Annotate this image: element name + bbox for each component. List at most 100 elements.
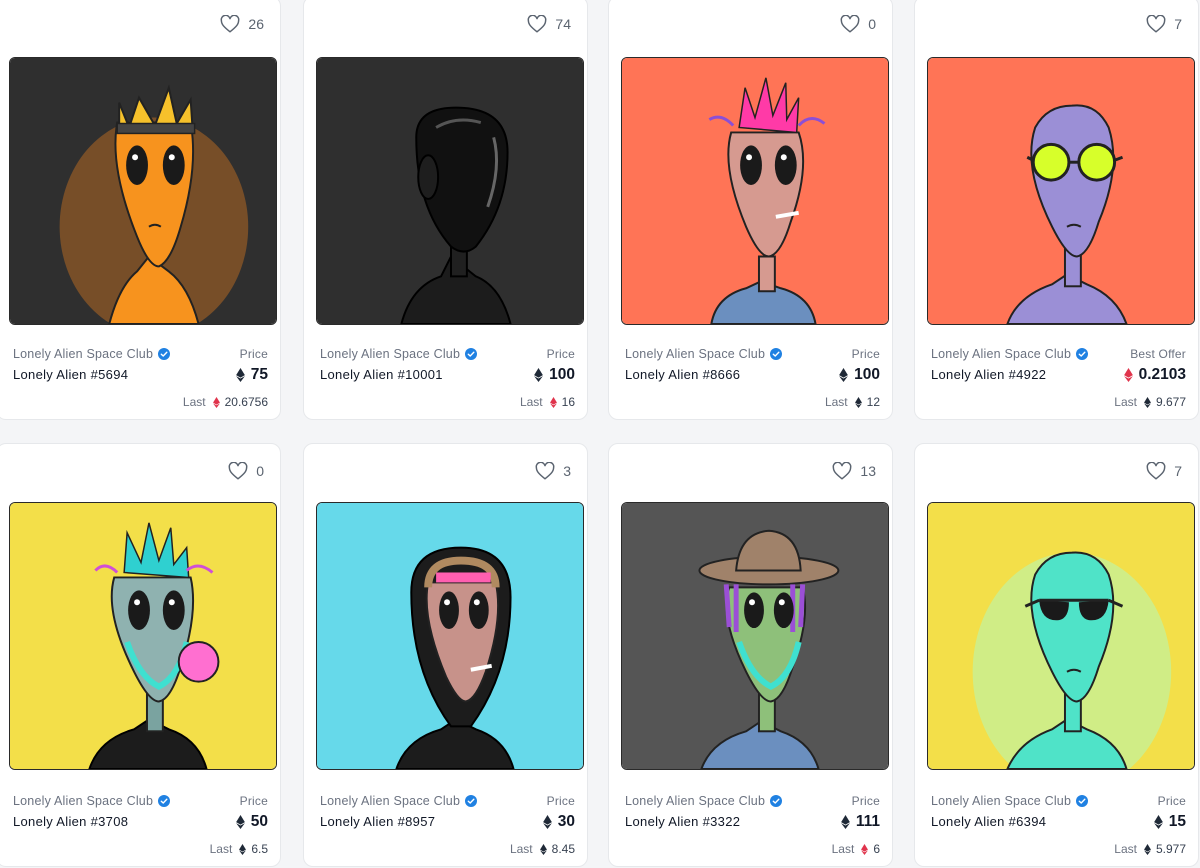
item-name[interactable]: Lonely Alien #8957 (320, 814, 477, 829)
favorite-button[interactable]: 26 (220, 15, 264, 33)
price-label: Best Offer (1130, 347, 1186, 361)
last-sale: Last 16 (520, 395, 575, 409)
last-label: Last (1114, 842, 1137, 856)
nft-image[interactable] (927, 502, 1195, 770)
collection-link[interactable]: Lonely Alien Space Club (625, 347, 782, 361)
nft-image[interactable] (927, 57, 1195, 325)
nft-image[interactable] (621, 502, 889, 770)
price-amount: 50 (250, 813, 268, 830)
price-label: Price (546, 794, 575, 808)
nft-card[interactable]: 7 Lonely Alien Space Club Lonely Alien #… (914, 0, 1199, 420)
last-label: Last (182, 395, 206, 409)
last-sale: Last 12 (825, 395, 880, 409)
nft-grid: 26 Lonely Alien Space Club Lonely Alien (0, 0, 1200, 868)
collection-name: Lonely Alien Space Club (625, 794, 766, 808)
last-label: Last (209, 842, 233, 856)
favorite-button[interactable]: 3 (535, 462, 571, 480)
last-label: Last (1114, 395, 1137, 409)
heart-icon (220, 15, 240, 33)
verified-badge-icon (1076, 795, 1088, 807)
nft-card[interactable]: 26 Lonely Alien Space Club Lonely Alien (0, 0, 281, 420)
nft-card[interactable]: 0 Lonely Alien Space Club Lonely Alien #… (0, 443, 281, 867)
eth-icon (236, 368, 245, 382)
eth-icon (855, 397, 862, 408)
favorite-count: 13 (860, 463, 876, 479)
favorite-button[interactable]: 13 (832, 462, 876, 480)
collection-link[interactable]: Lonely Alien Space Club (320, 794, 477, 808)
item-name[interactable]: Lonely Alien #6394 (931, 814, 1088, 829)
last-amount: 8.45 (551, 842, 575, 856)
collection-link[interactable]: Lonely Alien Space Club (13, 794, 170, 808)
favorite-count: 26 (248, 16, 264, 32)
last-amount: 9.677 (1155, 395, 1186, 409)
price-amount: 30 (557, 813, 575, 830)
collection-name: Lonely Alien Space Club (13, 794, 154, 808)
eth-icon (1144, 844, 1151, 855)
nft-card[interactable]: 0 Lonely Alien Space Club Lonely Alien #… (608, 0, 893, 420)
item-name[interactable]: Lonely Alien #10001 (320, 367, 477, 382)
price-value: 50 (236, 813, 268, 831)
price-label: Price (851, 794, 880, 808)
collection-link[interactable]: Lonely Alien Space Club (931, 794, 1088, 808)
collection-link[interactable]: Lonely Alien Space Club (13, 347, 170, 361)
nft-card[interactable]: 13 Lonely Alien Space Club Lonely Alien … (608, 443, 893, 867)
eth-icon (1144, 397, 1151, 408)
heart-icon (527, 15, 547, 33)
alien-artwork (928, 58, 1194, 324)
nft-card[interactable]: 3 Lonely Alien Space Club Lonely Alien #… (303, 443, 588, 867)
nft-card[interactable]: 74 Lonely Alien Space Club Lonely Alien … (303, 0, 588, 420)
collection-name: Lonely Alien Space Club (320, 347, 461, 361)
eth-icon (543, 815, 552, 829)
last-sale: Last 5.977 (1114, 842, 1186, 856)
verified-badge-icon (158, 795, 170, 807)
price-value: 15 (1154, 813, 1186, 831)
price-value: 100 (534, 366, 575, 384)
heart-icon (832, 462, 852, 480)
collection-name: Lonely Alien Space Club (625, 347, 766, 361)
last-sale: Last 6.5 (210, 842, 268, 856)
favorite-count: 7 (1174, 463, 1182, 479)
item-name[interactable]: Lonely Alien #3322 (625, 814, 782, 829)
alien-artwork (317, 503, 583, 769)
last-label: Last (824, 395, 848, 409)
favorite-button[interactable]: 7 (1146, 15, 1182, 33)
eth-icon (540, 844, 547, 855)
last-amount: 6.5 (251, 842, 268, 856)
item-name[interactable]: Lonely Alien #4922 (931, 367, 1088, 382)
alien-artwork (10, 58, 276, 324)
nft-image[interactable] (9, 502, 277, 770)
heart-icon (1146, 462, 1166, 480)
nft-card[interactable]: 7 Lonely Alien Space Club Lonely Alien #… (914, 443, 1199, 867)
alien-artwork (317, 58, 583, 324)
favorite-button[interactable]: 74 (527, 15, 571, 33)
nft-image[interactable] (316, 57, 584, 325)
favorite-button[interactable]: 0 (840, 15, 876, 33)
item-name[interactable]: Lonely Alien #5694 (13, 367, 170, 382)
eth-icon (534, 368, 543, 382)
eth-icon (239, 844, 246, 855)
verified-badge-icon (465, 795, 477, 807)
price-amount: 15 (1168, 813, 1186, 830)
nft-image[interactable] (316, 502, 584, 770)
nft-image[interactable] (9, 57, 277, 325)
alien-artwork (622, 58, 888, 324)
collection-name: Lonely Alien Space Club (320, 794, 461, 808)
last-amount: 20.6756 (224, 395, 268, 409)
collection-link[interactable]: Lonely Alien Space Club (931, 347, 1088, 361)
verified-badge-icon (465, 348, 477, 360)
last-label: Last (831, 842, 855, 856)
favorite-button[interactable]: 0 (228, 462, 264, 480)
weth-icon (550, 397, 557, 408)
favorite-button[interactable]: 7 (1146, 462, 1182, 480)
price-amount: 100 (549, 366, 575, 383)
collection-link[interactable]: Lonely Alien Space Club (320, 347, 477, 361)
item-name[interactable]: Lonely Alien #3708 (13, 814, 170, 829)
price-label: Price (546, 347, 575, 361)
nft-image[interactable] (621, 57, 889, 325)
item-name[interactable]: Lonely Alien #8666 (625, 367, 782, 382)
last-label: Last (509, 842, 533, 856)
collection-link[interactable]: Lonely Alien Space Club (625, 794, 782, 808)
favorite-count: 74 (555, 16, 571, 32)
price-label: Price (239, 794, 268, 808)
collection-name: Lonely Alien Space Club (931, 347, 1072, 361)
